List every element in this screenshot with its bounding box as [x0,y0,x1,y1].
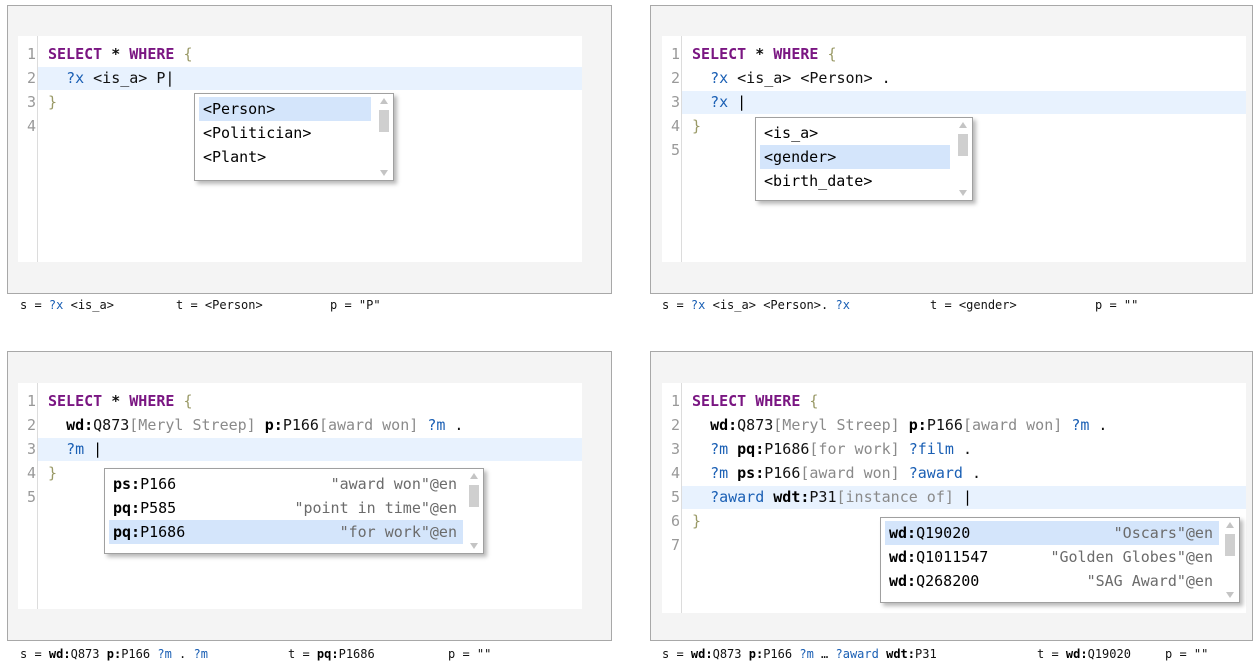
suggestion-gender[interactable]: <gender> [760,145,950,169]
line-number: 3 [670,93,680,111]
text-cursor: | [165,69,175,87]
line-gutter: 1 2 3 4 5 [18,383,38,609]
scroll-down-icon[interactable] [470,543,478,549]
panel-2: 1 2 3 4 5 SELECT * WHERE { ?x <is_a> <Pe… [640,0,1253,330]
active-line-highlight [38,438,582,461]
line-number: 1 [26,392,36,410]
dropdown-scrollbar[interactable] [467,471,481,551]
scroll-up-icon[interactable] [959,122,967,128]
line-number: 4 [670,117,680,135]
suggestion-wd-q19020[interactable]: wd:Q19020 "Oscars"@en [885,521,1219,545]
line-number: 3 [26,440,36,458]
code-line-4: ?m ps:P166[award won] ?award . [710,464,981,482]
line-number: 1 [670,392,680,410]
code-line-3: ?m | [66,440,103,458]
line-number: 2 [26,69,36,87]
code-line-2: ?x <is_a> <Person> . [710,69,891,87]
text-cursor: | [93,440,103,458]
scroll-up-icon[interactable] [1226,522,1234,528]
line-number: 5 [670,141,680,159]
active-line-highlight [682,91,1246,114]
suggestion-is-a[interactable]: <is_a> [760,121,950,145]
code-line-3: } [48,93,58,111]
code-line-4: } [48,464,58,482]
caption-p: p = "" [1165,647,1209,661]
code-line-1: SELECT * WHERE { [48,45,193,63]
line-number: 7 [670,536,680,554]
caption-s: s = ?x <is_a> <Person>. ?x [662,298,850,312]
suggestion-birth-date[interactable]: <birth_date> [760,169,950,193]
caption-p: p = "P" [330,298,381,312]
autocomplete-dropdown: wd:Q19020 "Oscars"@en wd:Q1011547 "Golden … [880,517,1240,603]
line-gutter: 1 2 3 4 5 [662,36,682,262]
code-line-1: SELECT * WHERE { [692,45,837,63]
line-number: 2 [670,69,680,87]
code-line-2: ?x <is_a> P| [66,69,175,87]
line-number: 2 [26,416,36,434]
autocomplete-dropdown: <is_a> <gender> <birth_date> [755,117,973,201]
caption-p: p = "" [1095,298,1139,312]
code-line-2: wd:Q873[Meryl Streep] p:P166[award won] … [710,416,1108,434]
scroll-thumb[interactable] [469,485,479,507]
code-line-2: wd:Q873[Meryl Streep] p:P166[award won] … [66,416,464,434]
autocomplete-dropdown: ps:P166 "award won"@en pq:P585 "point in t… [104,468,484,554]
scroll-up-icon[interactable] [470,473,478,479]
scroll-thumb[interactable] [958,134,968,156]
line-number: 3 [26,93,36,111]
line-number: 3 [670,440,680,458]
caption-s: s = wd:Q873 p:P166 ?m … ?award wdt:P31 [662,647,937,661]
suggestion-ps-p166[interactable]: ps:P166 "award won"@en [109,472,463,496]
caption: s = ?x <is_a> [20,298,114,312]
scroll-down-icon[interactable] [959,190,967,196]
line-gutter: 1 2 3 4 5 6 7 [662,383,682,613]
panel-4: 1 2 3 4 5 6 7 SELECT WHERE { wd:Q873[Mer… [640,345,1253,666]
caption-t: t = wd:Q19020 [1037,647,1131,661]
suggestion-politician[interactable]: <Politician> [199,121,371,145]
autocomplete-dropdown: <Person> <Politician> <Plant> [194,93,394,181]
text-cursor: | [962,488,972,506]
suggestion-pq-p585[interactable]: pq:P585 "point in time"@en [109,496,463,520]
line-number: 4 [670,464,680,482]
caption-t: t = pq:P1686 [288,647,375,661]
scroll-thumb[interactable] [1225,534,1235,556]
code-line-5: ?award wdt:P31[instance of] | [710,488,972,506]
panel-1: 1 2 3 4 SELECT * WHERE { ?x <is_a> P| } … [0,0,620,330]
line-number: 1 [26,45,36,63]
line-gutter: 1 2 3 4 [18,36,38,262]
line-number: 5 [26,488,36,506]
scroll-down-icon[interactable] [1226,592,1234,598]
suggestion-wd-q268200[interactable]: wd:Q268200 "SAG Award"@en [885,569,1219,593]
suggestion-plant[interactable]: <Plant> [199,145,371,169]
code-line-1: SELECT WHERE { [692,392,819,410]
caption-p: p = "" [448,647,492,661]
scroll-thumb[interactable] [379,110,389,132]
line-number: 1 [670,45,680,63]
suggestion-pq-p1686[interactable]: pq:P1686 "for work"@en [109,520,463,544]
panel-3: 1 2 3 4 5 SELECT * WHERE { wd:Q873[Meryl… [0,345,620,666]
dropdown-scrollbar[interactable] [377,96,391,178]
line-number: 2 [670,416,680,434]
line-number: 6 [670,512,680,530]
scroll-down-icon[interactable] [380,170,388,176]
line-number: 4 [26,117,36,135]
text-cursor: | [737,93,747,111]
suggestion-wd-q1011547[interactable]: wd:Q1011547 "Golden Globes"@en [885,545,1219,569]
line-number: 4 [26,464,36,482]
code-line-4: } [692,117,702,135]
code-line-3: ?m pq:P1686[for work] ?film . [710,440,972,458]
caption-s: s = wd:Q873 p:P166 ?m . ?m [20,647,208,661]
line-number: 5 [670,488,680,506]
dropdown-scrollbar[interactable] [1223,520,1237,600]
caption-t: t = <Person> [176,298,263,312]
code-line-6: } [692,512,702,530]
scroll-up-icon[interactable] [380,98,388,104]
suggestion-person[interactable]: <Person> [199,97,371,121]
caption-t: t = <gender> [930,298,1017,312]
dropdown-scrollbar[interactable] [956,120,970,198]
code-line-3: ?x | [710,93,747,111]
code-line-1: SELECT * WHERE { [48,392,193,410]
